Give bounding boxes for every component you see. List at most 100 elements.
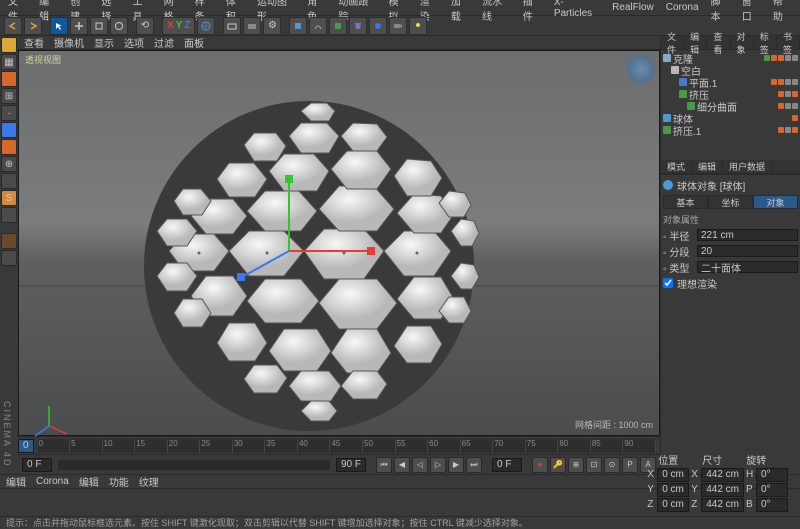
tag-icon[interactable] xyxy=(792,103,798,109)
perspective-viewport[interactable]: 透视视图 xyxy=(18,50,660,436)
attr-tab-mode[interactable]: 模式 xyxy=(661,160,692,173)
render-view-button[interactable] xyxy=(223,17,241,35)
texture-mode-button[interactable] xyxy=(1,71,17,87)
bot-tab-corona[interactable]: Corona xyxy=(36,476,69,487)
key-param-button[interactable]: P xyxy=(622,457,638,473)
material-button[interactable] xyxy=(1,233,17,249)
tag-icon[interactable] xyxy=(792,55,798,61)
timeline-tick[interactable]: 10 xyxy=(103,439,136,453)
tag-icon[interactable] xyxy=(771,79,777,85)
vp-menu-display[interactable]: 显示 xyxy=(94,35,114,50)
goto-end-button[interactable]: ⏭ xyxy=(466,457,482,473)
vp-menu-panel[interactable]: 面板 xyxy=(184,35,204,50)
vp-menu-view[interactable]: 查看 xyxy=(24,35,44,50)
bot-tab-edit[interactable]: 编辑 xyxy=(6,474,26,489)
edge-mode-button[interactable] xyxy=(1,122,17,138)
primitive-button[interactable] xyxy=(289,17,307,35)
render-settings-button[interactable]: ⚙ xyxy=(263,17,281,35)
timeline-track[interactable]: 051015202530354045505560657075808590 xyxy=(38,439,656,453)
step-back-button[interactable]: ◀ xyxy=(394,457,410,473)
om-tab-file[interactable]: 文件 xyxy=(661,36,684,49)
tag-icon[interactable] xyxy=(792,115,798,121)
om-tab-objects[interactable]: 对象 xyxy=(731,36,754,49)
environment-button[interactable] xyxy=(369,17,387,35)
tree-row[interactable]: 平面.1 xyxy=(663,76,798,88)
viewport-solo-button[interactable] xyxy=(1,173,17,189)
menu-xparticles[interactable]: X-Particles xyxy=(554,0,600,19)
attr-value-field[interactable]: 20 xyxy=(697,245,798,257)
timeline-tick[interactable]: 20 xyxy=(168,439,201,453)
deformer-button[interactable] xyxy=(349,17,367,35)
vp-menu-filter[interactable]: 过滤 xyxy=(154,35,174,50)
workplane-button[interactable]: ⊞ xyxy=(1,88,17,104)
tag-icon[interactable] xyxy=(778,55,784,61)
tag-icon[interactable] xyxy=(792,79,798,85)
redo-button[interactable] xyxy=(24,17,42,35)
select-tool[interactable] xyxy=(50,17,68,35)
tag-icon[interactable] xyxy=(771,55,777,61)
menu-window[interactable]: 窗口 xyxy=(742,0,761,23)
tag-icon[interactable] xyxy=(785,55,791,61)
tag-icon[interactable] xyxy=(785,79,791,85)
attr-value-field[interactable]: 二十面体 xyxy=(697,261,798,273)
undo-button[interactable] xyxy=(4,17,22,35)
om-tab-tags[interactable]: 标签 xyxy=(754,36,777,49)
timeline-tick[interactable]: 30 xyxy=(233,439,266,453)
timeline-tick[interactable]: 15 xyxy=(135,439,168,453)
timeline-tick[interactable]: 70 xyxy=(493,439,526,453)
make-editable-button[interactable] xyxy=(1,37,17,53)
axis-lock[interactable]: XYZ xyxy=(162,17,195,35)
timeline-tick[interactable]: 0 xyxy=(38,439,71,453)
point-mode-button[interactable]: · xyxy=(1,105,17,121)
coord-value-field[interactable]: 0° xyxy=(756,468,788,482)
timeline-tick[interactable]: 45 xyxy=(330,439,363,453)
attr-subtab-coord[interactable]: 坐标 xyxy=(708,195,753,209)
tag-icon[interactable] xyxy=(778,79,784,85)
tag-icon[interactable] xyxy=(792,91,798,97)
attr-tab-edit[interactable]: 编辑 xyxy=(692,160,723,173)
tag-icon[interactable] xyxy=(764,55,770,61)
menu-corona[interactable]: Corona xyxy=(666,2,699,13)
play-back-button[interactable]: ◁ xyxy=(412,457,428,473)
timeline[interactable]: 0 051015202530354045505560657075808590 xyxy=(18,436,660,454)
model-mode-button[interactable]: ▦ xyxy=(1,54,17,70)
camera-button[interactable] xyxy=(389,17,407,35)
coord-value-field[interactable]: 442 cm xyxy=(701,468,744,482)
key-pos-button[interactable]: ⊕ xyxy=(568,457,584,473)
tag-icon[interactable] xyxy=(785,91,791,97)
tree-row[interactable]: 挤压.1 xyxy=(663,124,798,136)
tag-icon[interactable] xyxy=(778,103,784,109)
scale-tool[interactable] xyxy=(90,17,108,35)
tag-icon[interactable] xyxy=(785,127,791,133)
vp-menu-camera[interactable]: 摄像机 xyxy=(54,35,84,50)
ideal-render-checkbox[interactable] xyxy=(663,278,673,288)
render-pv-button[interactable] xyxy=(243,17,261,35)
menu-realflow[interactable]: RealFlow xyxy=(612,2,654,13)
tag-icon[interactable] xyxy=(778,127,784,133)
attr-tab-user[interactable]: 用户数据 xyxy=(723,160,772,173)
object-tree[interactable]: 克隆空白平面.1挤压细分曲面球体挤压.1 xyxy=(661,50,800,160)
timeline-tick[interactable]: 5 xyxy=(70,439,103,453)
bot-tab-func[interactable]: 功能 xyxy=(109,474,129,489)
step-fwd-button[interactable]: ▶ xyxy=(448,457,464,473)
menu-script[interactable]: 脚本 xyxy=(711,0,730,23)
range-start-field[interactable]: 0 F xyxy=(22,458,52,472)
timeline-tick[interactable]: 25 xyxy=(200,439,233,453)
history-button[interactable]: ⟲ xyxy=(136,17,154,35)
timeline-tick[interactable]: 85 xyxy=(591,439,624,453)
vp-menu-options[interactable]: 选项 xyxy=(124,35,144,50)
light-button[interactable] xyxy=(409,17,427,35)
bot-tab-edit2[interactable]: 编辑 xyxy=(79,474,99,489)
snap-button[interactable]: S xyxy=(1,190,17,206)
menu-help[interactable]: 帮助 xyxy=(773,0,792,23)
rotate-tool[interactable] xyxy=(110,17,128,35)
timeline-tick[interactable]: 65 xyxy=(461,439,494,453)
timeline-tick[interactable]: 60 xyxy=(428,439,461,453)
generator-button[interactable] xyxy=(329,17,347,35)
tweak-button[interactable] xyxy=(1,250,17,266)
om-tab-edit[interactable]: 编辑 xyxy=(684,36,707,49)
play-button[interactable]: ▷ xyxy=(430,457,446,473)
key-scale-button[interactable]: ⊡ xyxy=(586,457,602,473)
coord-value-field[interactable]: 0 cm xyxy=(657,468,689,482)
key-rot-button[interactable]: ⊙ xyxy=(604,457,620,473)
